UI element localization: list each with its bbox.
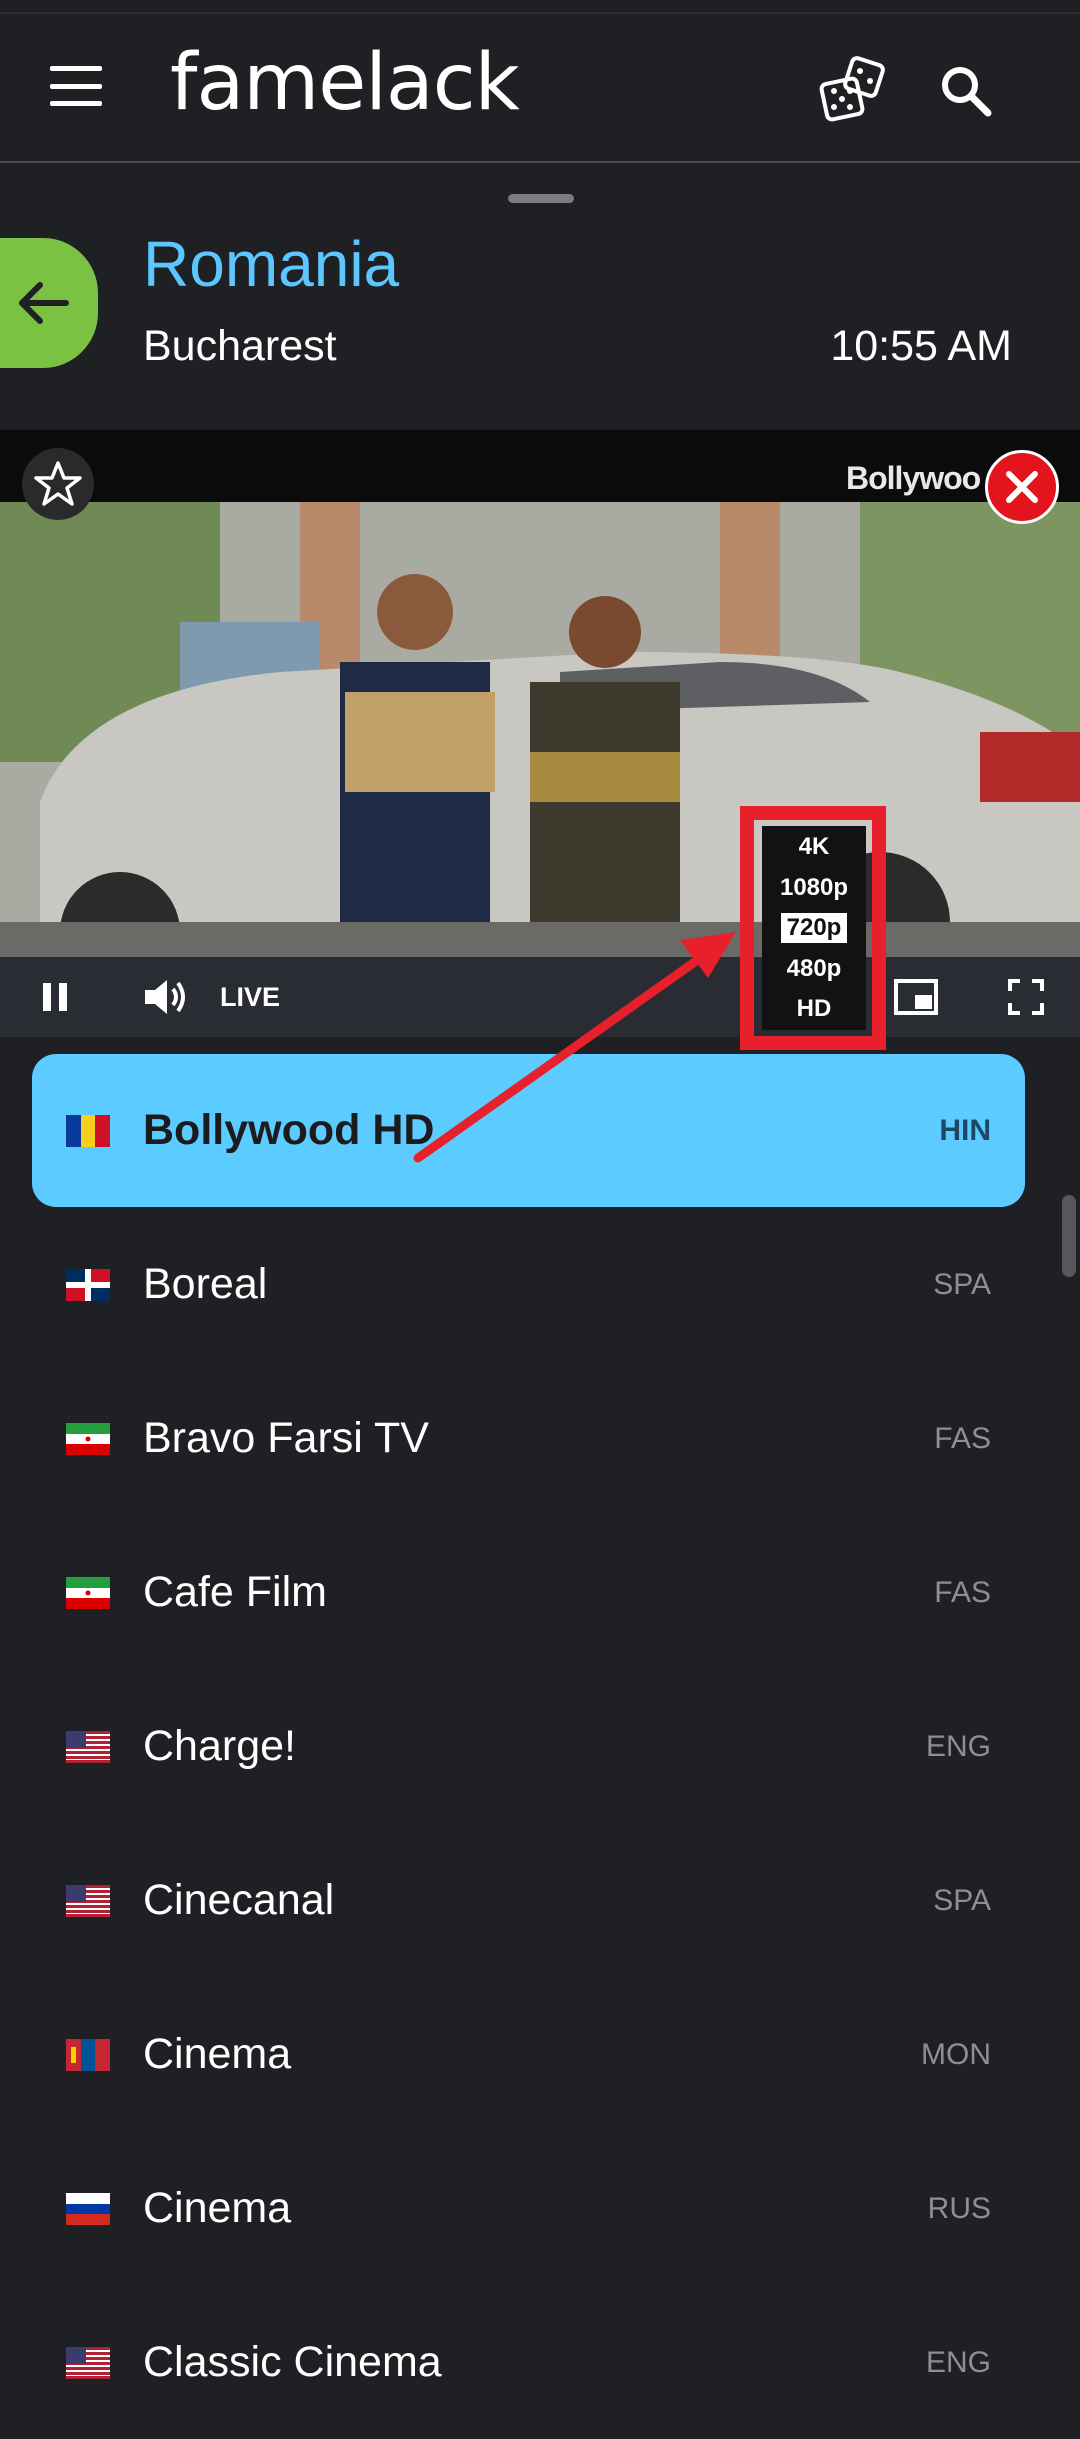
pause-button[interactable] <box>30 957 80 1037</box>
channel-list: Bollywood HD HIN Boreal SPA Bravo Farsi TV FA… <box>0 1037 1080 2386</box>
channel-name: Cinema <box>143 2030 292 2078</box>
channel-name: Cinema <box>143 2184 292 2232</box>
channel-language: ENG <box>925 1729 991 1763</box>
live-indicator: LIVE <box>220 982 281 1012</box>
volume-button[interactable] <box>138 957 194 1037</box>
channel-item[interactable]: Bollywood HD HIN <box>32 1054 1025 1207</box>
channel-item[interactable]: Cinecanal SPA <box>32 1824 1025 1977</box>
channel-item[interactable]: Classic Cinema ENG <box>32 2286 1025 2439</box>
close-player-button[interactable] <box>985 450 1059 524</box>
channel-name: Bravo Farsi TV <box>143 1414 429 1462</box>
iran-flag-icon <box>66 1576 110 1609</box>
video-frame <box>0 502 1080 957</box>
fullscreen-icon <box>1008 979 1044 1015</box>
picture-in-picture-button[interactable] <box>888 957 944 1037</box>
quality-menu: 4K 1080p 720p 480p HD <box>762 826 866 1030</box>
city-label: Bucharest <box>143 322 337 370</box>
channel-language: SPA <box>933 1883 991 1917</box>
pause-icon <box>43 983 67 1011</box>
quality-option-480p[interactable]: 480p <box>781 954 848 984</box>
channel-name: Cinecanal <box>143 1876 335 1924</box>
list-scrollbar[interactable] <box>1062 1195 1076 1277</box>
channel-name: Classic Cinema <box>143 2338 442 2386</box>
close-icon <box>1006 471 1038 503</box>
channel-language: FAS <box>934 1575 991 1609</box>
favorite-button[interactable] <box>22 448 94 520</box>
mongolia-flag-icon <box>66 2038 110 2071</box>
star-outline-icon <box>34 461 82 506</box>
app-logo: famelack <box>170 38 520 128</box>
channel-item[interactable]: Boreal SPA <box>32 1208 1025 1361</box>
russia-flag-icon <box>66 2192 110 2225</box>
channel-name: Boreal <box>143 1260 268 1308</box>
channel-name: Charge! <box>143 1722 296 1770</box>
dice-icon[interactable] <box>818 55 890 127</box>
usa-flag-icon <box>66 1884 110 1917</box>
channel-language: MON <box>921 2037 991 2071</box>
channel-item[interactable]: Cinema MON <box>32 1978 1025 2131</box>
channel-name: Bollywood HD <box>143 1106 435 1154</box>
volume-icon <box>145 980 185 1014</box>
channel-item[interactable]: Bravo Farsi TV FAS <box>32 1362 1025 1515</box>
channel-language: SPA <box>933 1267 991 1301</box>
channel-item[interactable]: Cinema RUS <box>32 2132 1025 2285</box>
channel-language: FAS <box>934 1421 991 1455</box>
channel-language: RUS <box>927 2191 991 2225</box>
arrow-left-icon <box>19 282 69 324</box>
channel-item[interactable]: Charge! ENG <box>32 1670 1025 1823</box>
channel-watermark: Bollywoo <box>846 460 981 496</box>
local-time: 10:55 AM <box>830 322 1012 370</box>
video-player[interactable]: Bollywoo LIVE <box>0 430 1080 1037</box>
romania-flag-icon <box>66 1114 110 1147</box>
usa-flag-icon <box>66 2346 110 2379</box>
quality-option-hd[interactable]: HD <box>791 994 838 1024</box>
player-controls: LIVE <box>0 957 1080 1037</box>
channel-item[interactable]: Cafe Film FAS <box>32 1516 1025 1669</box>
app-bar: famelack <box>0 0 1080 163</box>
dominican-republic-flag-icon <box>66 1268 110 1301</box>
quality-option-1080p[interactable]: 1080p <box>774 873 854 903</box>
picture-in-picture-icon <box>894 979 938 1015</box>
channel-name: Cafe Film <box>143 1568 327 1616</box>
search-icon[interactable] <box>930 55 1002 127</box>
channel-language: HIN <box>939 1113 991 1147</box>
channel-language: ENG <box>925 2345 991 2379</box>
usa-flag-icon <box>66 1730 110 1763</box>
country-title: Romania <box>143 228 400 300</box>
back-button[interactable] <box>0 238 98 368</box>
iran-flag-icon <box>66 1422 110 1455</box>
quality-option-4k[interactable]: 4K <box>793 832 836 862</box>
drag-handle[interactable] <box>508 194 574 203</box>
fullscreen-button[interactable] <box>998 957 1054 1037</box>
status-divider <box>0 12 1080 14</box>
hamburger-menu-icon[interactable] <box>50 66 102 106</box>
quality-option-720p[interactable]: 720p <box>780 913 848 943</box>
